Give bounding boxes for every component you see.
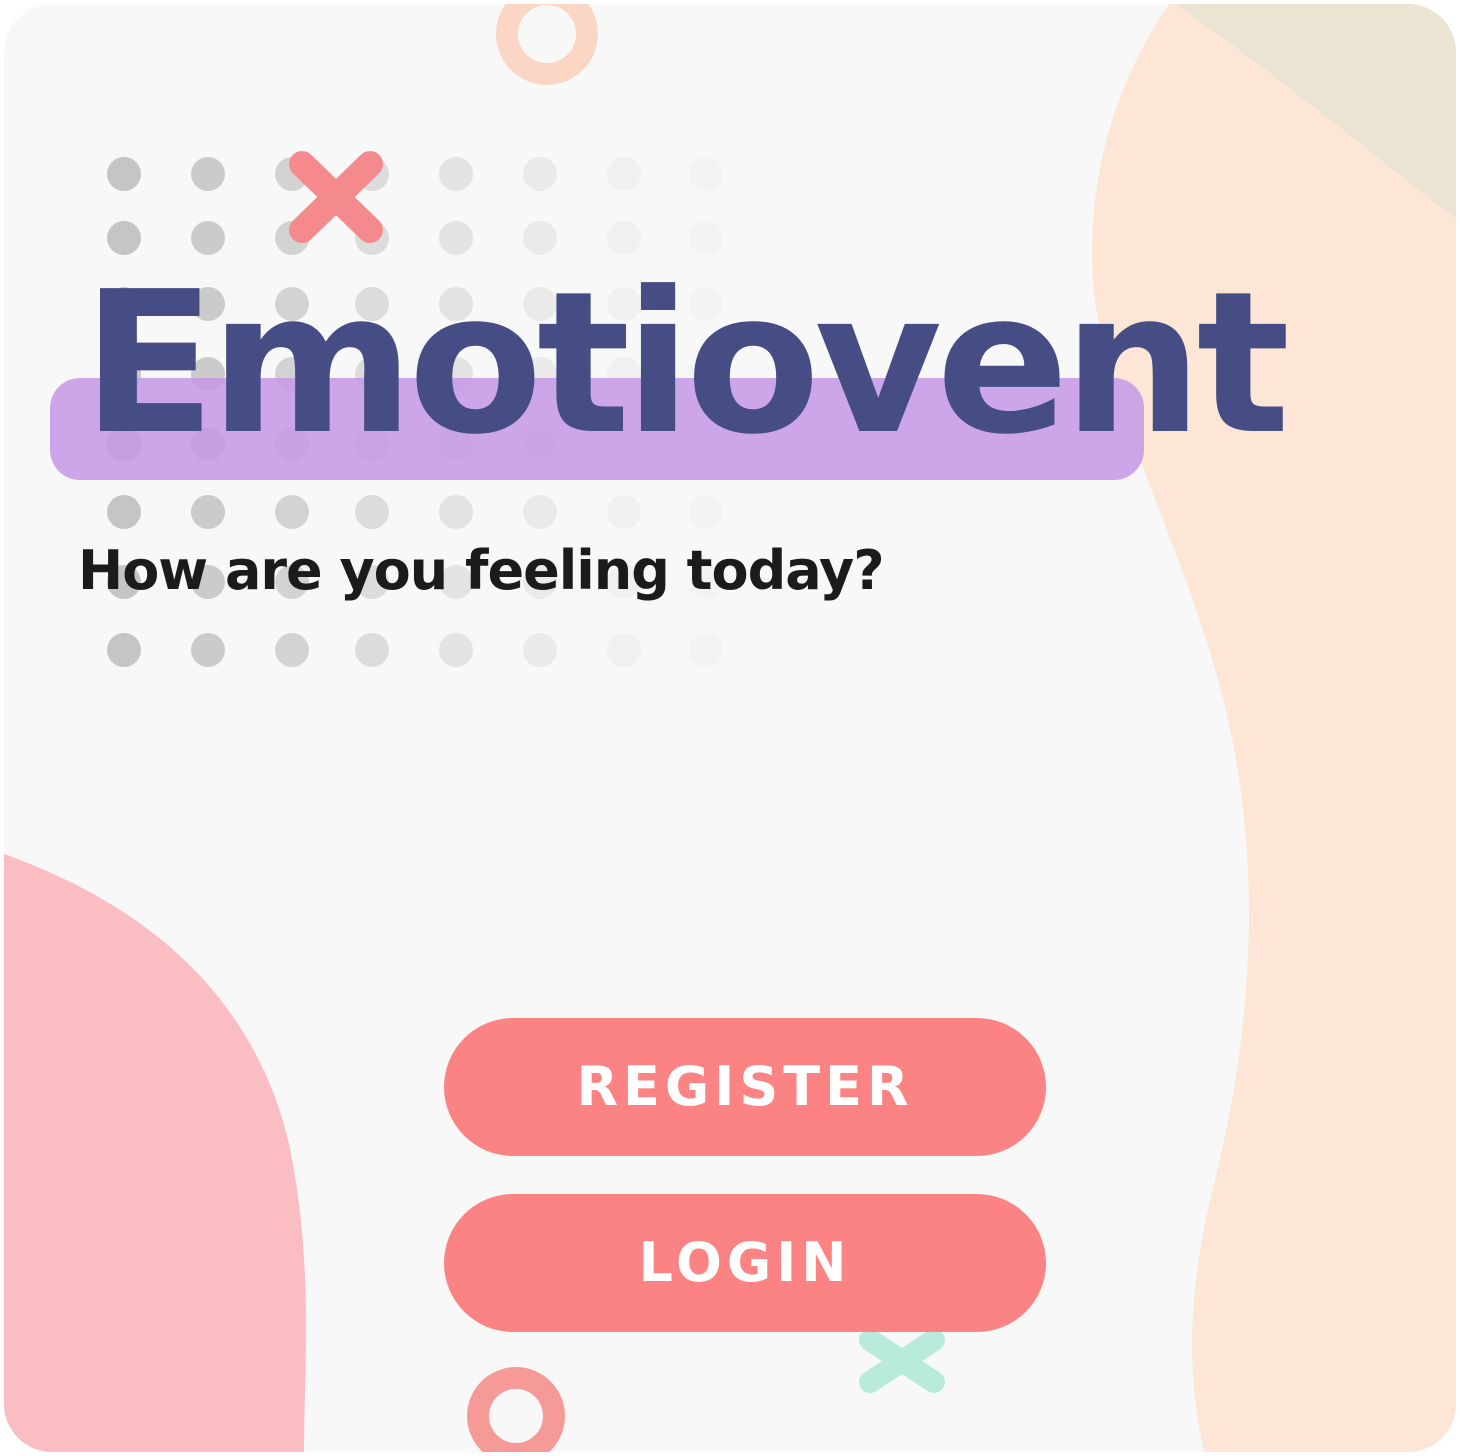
grid-dot [275, 633, 309, 667]
grid-dot [355, 633, 389, 667]
grid-dot [523, 495, 557, 529]
grid-dot [107, 495, 141, 529]
app-screen: Emotiovent How are you feeling today? RE… [4, 4, 1456, 1452]
mint-cross-decoration [859, 1329, 945, 1393]
grid-dot [689, 633, 723, 667]
register-button[interactable]: REGISTER [444, 1018, 1046, 1156]
grid-dot [689, 157, 723, 191]
peach-ring-decoration [496, 4, 598, 85]
grid-dot [439, 633, 473, 667]
grid-dot [523, 633, 557, 667]
grid-dot [107, 157, 141, 191]
peach-blob [1092, 4, 1456, 1452]
grid-dot [607, 157, 641, 191]
salmon-ring-decoration [467, 1367, 565, 1452]
grid-dot [607, 633, 641, 667]
grid-dot [191, 157, 225, 191]
grid-dot [355, 495, 389, 529]
grid-dot [439, 495, 473, 529]
grid-dot [107, 633, 141, 667]
pink-blob [4, 854, 306, 1452]
tagline: How are you feeling today? [78, 539, 885, 602]
grid-dot [689, 495, 723, 529]
app-title: Emotiovent [82, 250, 1290, 478]
pink-cross-decoration [289, 151, 383, 243]
login-button[interactable]: LOGIN [444, 1194, 1046, 1332]
grid-dot [191, 495, 225, 529]
grid-dot [275, 495, 309, 529]
grid-dot [191, 633, 225, 667]
grid-dot [439, 157, 473, 191]
brand-lockup: Emotiovent [48, 254, 1290, 494]
grid-dot [523, 157, 557, 191]
grid-dot [607, 495, 641, 529]
